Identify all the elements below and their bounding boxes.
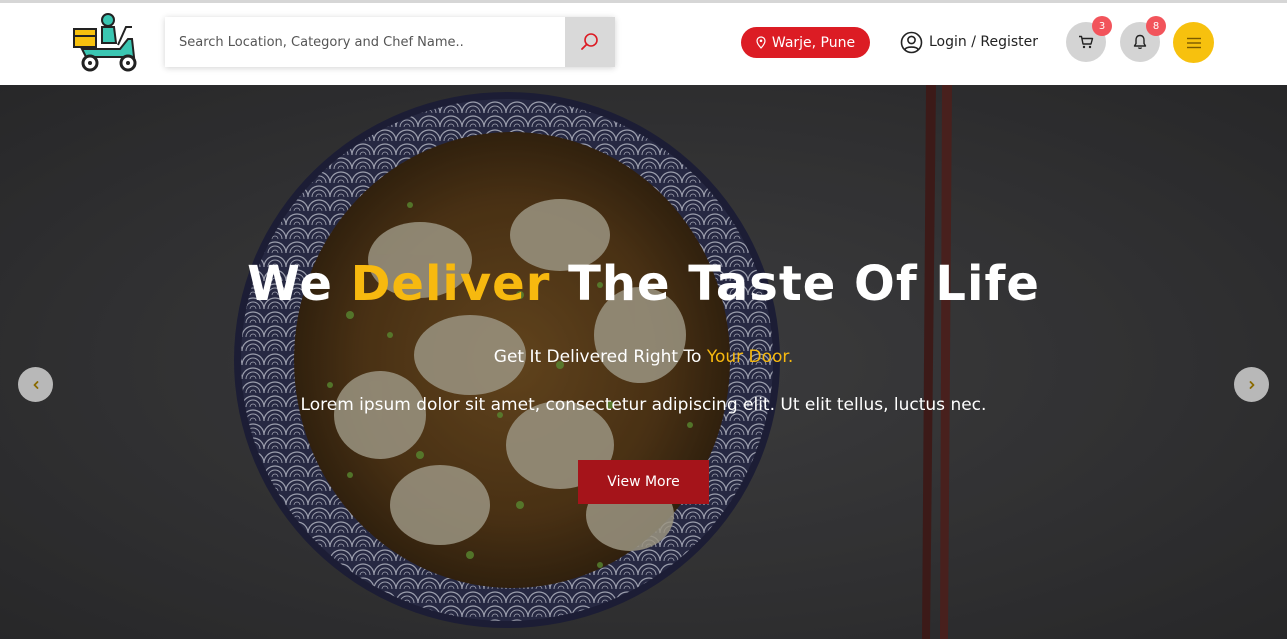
hero-slider: We Deliver The Taste Of Life Get It Deli… [0,85,1287,639]
hamburger-icon [1186,37,1201,48]
logo[interactable] [72,9,142,77]
search-icon [581,33,598,50]
slider-next-button[interactable] [1234,367,1269,402]
search-input[interactable] [165,17,565,67]
hero-subtitle-pre: Get It Delivered Right To [493,347,707,367]
cart-button[interactable]: 3 [1066,16,1112,62]
hero-title: We Deliver The Taste Of Life [0,256,1287,312]
scooter-delivery-logo-icon [73,13,137,72]
cart-icon [1079,35,1094,49]
hero-title-pre: We [247,256,351,312]
bell-icon [1133,34,1147,49]
location-button[interactable]: Warje, Pune [741,27,870,58]
notifications-button[interactable]: 8 [1120,16,1166,62]
site-header: Warje, Pune Login / Register 3 8 [0,3,1287,85]
search-button[interactable] [565,17,615,67]
search-bar [165,17,615,67]
location-pin-icon [756,36,766,49]
chevron-left-icon [33,380,38,389]
menu-button[interactable] [1173,22,1214,63]
slider-prev-button[interactable] [18,367,53,402]
hero-subtitle-highlight: Your Door. [706,347,794,367]
hero-title-post: The Taste Of Life [550,256,1040,312]
view-more-button[interactable]: View More [578,460,709,504]
user-circle-icon [900,31,923,53]
location-label: Warje, Pune [771,34,856,51]
chevron-right-icon [1249,380,1254,389]
hero-title-highlight: Deliver [350,256,551,312]
cart-count-badge: 3 [1092,16,1112,36]
login-register-label: Login / Register [929,34,1039,50]
hero-subtitle: Get It Delivered Right To Your Door. [0,347,1287,367]
notifications-count-badge: 8 [1146,16,1166,36]
login-register-link[interactable]: Login / Register [900,30,1038,54]
hero-description: Lorem ipsum dolor sit amet, consectetur … [300,395,987,415]
